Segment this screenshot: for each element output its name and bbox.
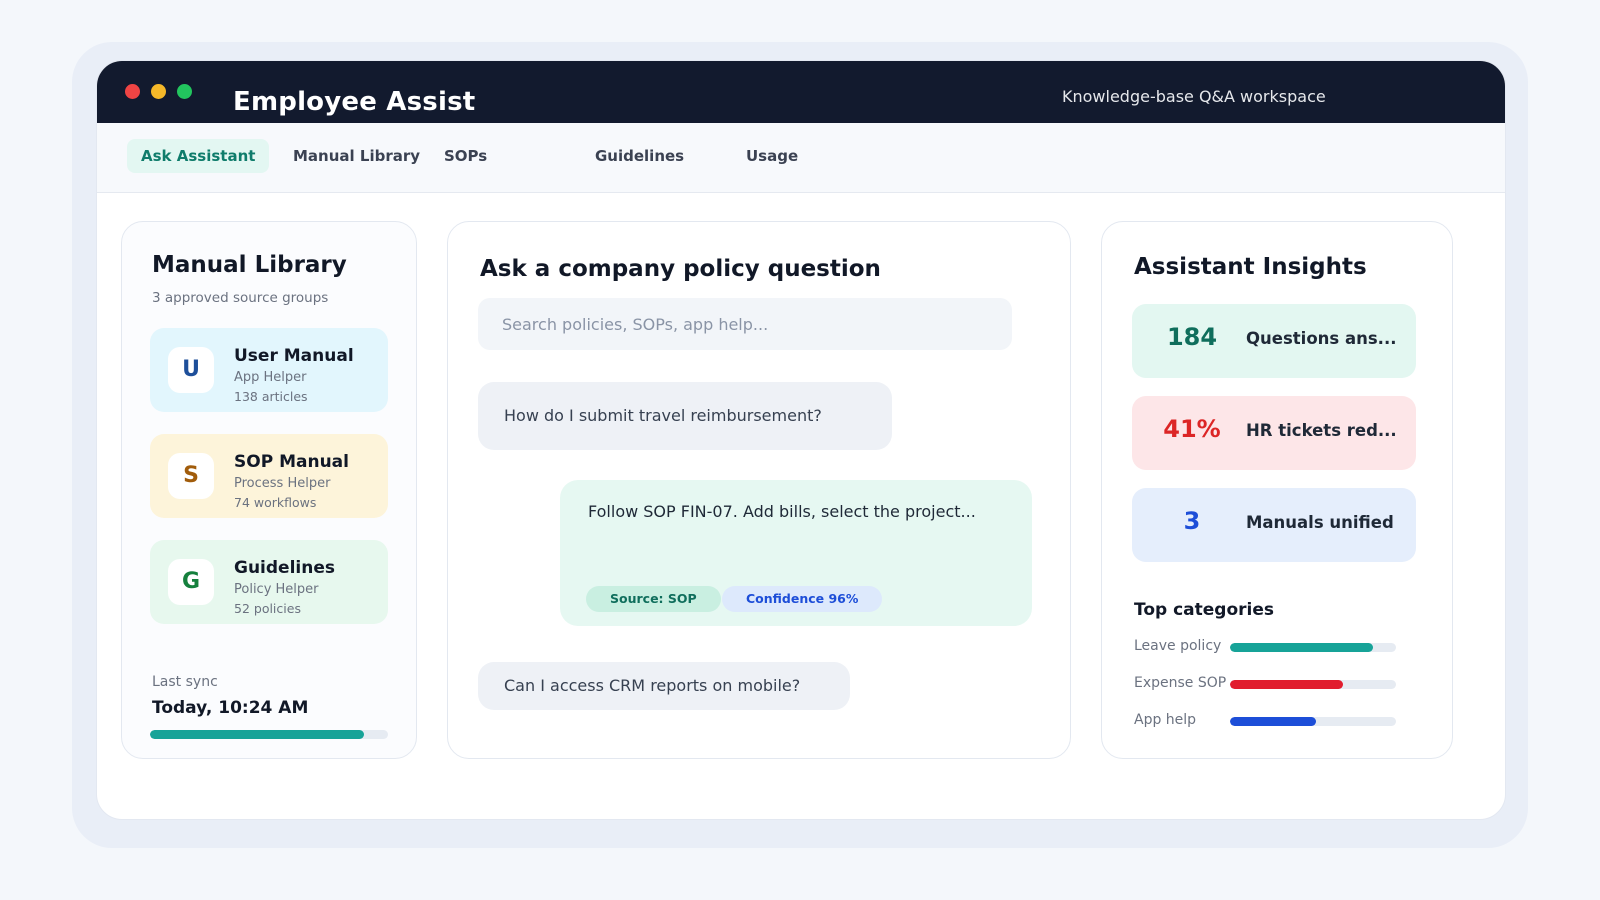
ask-panel: Ask a company policy question How do I s… xyxy=(447,221,1071,759)
category-label: Expense SOP xyxy=(1134,675,1227,691)
user-manual-badge: U xyxy=(168,347,214,393)
app-window: Employee Assist Knowledge-base Q&A works… xyxy=(96,60,1506,820)
sync-progress-fill xyxy=(150,730,365,739)
library-card-count: 138 articles xyxy=(234,389,308,404)
library-card-user-manual[interactable]: U User Manual App Helper 138 articles xyxy=(150,328,388,412)
category-row-leave-policy: Leave policy xyxy=(1134,638,1402,658)
close-window-button[interactable] xyxy=(125,84,140,99)
top-categories-title: Top categories xyxy=(1134,600,1275,620)
library-card-sop-manual[interactable]: S SOP Manual Process Helper 74 workflows xyxy=(150,434,388,518)
insights-panel: Assistant Insights 184 Questions ans... … xyxy=(1101,221,1453,759)
app-title: Employee Assist xyxy=(233,87,476,117)
category-bar-fill xyxy=(1230,643,1373,652)
library-card-guidelines[interactable]: G Guidelines Policy Helper 52 policies xyxy=(150,540,388,624)
stat-label: Manuals unified xyxy=(1246,513,1394,532)
stat-value: 41% xyxy=(1163,415,1221,443)
library-card-name: Guidelines xyxy=(234,558,335,578)
library-subtitle: 3 approved source groups xyxy=(152,290,329,306)
question-bubble: How do I submit travel reimbursement? xyxy=(478,382,892,450)
minimize-window-button[interactable] xyxy=(151,84,166,99)
title-bar: Employee Assist Knowledge-base Q&A works… xyxy=(97,61,1505,123)
library-card-count: 52 policies xyxy=(234,601,301,616)
maximize-window-button[interactable] xyxy=(177,84,192,99)
guidelines-badge: G xyxy=(168,559,214,605)
stat-value: 184 xyxy=(1166,323,1218,351)
last-sync-label: Last sync xyxy=(152,674,218,690)
stat-label: HR tickets red... xyxy=(1246,421,1397,440)
insights-title: Assistant Insights xyxy=(1134,254,1367,280)
category-label: Leave policy xyxy=(1134,638,1222,654)
app-subtitle: Knowledge-base Q&A workspace xyxy=(1062,87,1326,106)
category-bar-fill xyxy=(1230,680,1343,689)
sync-progress-bar xyxy=(150,730,388,739)
category-bar xyxy=(1230,717,1396,726)
stat-label: Questions ans... xyxy=(1246,329,1397,348)
category-row-expense-sop: Expense SOP xyxy=(1134,675,1402,695)
library-card-type: Process Helper xyxy=(234,476,331,491)
category-bar-fill xyxy=(1230,717,1317,726)
library-card-type: App Helper xyxy=(234,370,307,385)
stat-value: 3 xyxy=(1183,507,1201,535)
sop-manual-badge: S xyxy=(168,453,214,499)
confidence-chip: Confidence 96% xyxy=(722,586,883,612)
tab-guidelines[interactable]: Guidelines xyxy=(581,139,698,173)
manual-library-panel: Manual Library 3 approved source groups … xyxy=(121,221,417,759)
answer-text: Follow SOP FIN-07. Add bills, select the… xyxy=(588,502,976,521)
tab-usage[interactable]: Usage xyxy=(732,139,812,173)
library-title: Manual Library xyxy=(152,252,347,278)
stat-card-hr-tickets: 41% HR tickets red... xyxy=(1132,396,1416,470)
library-card-name: User Manual xyxy=(234,346,354,366)
tab-sops[interactable]: SOPs xyxy=(430,139,501,173)
category-bar xyxy=(1230,643,1396,652)
library-card-count: 74 workflows xyxy=(234,495,317,510)
library-card-type: Policy Helper xyxy=(234,582,319,597)
stat-card-manuals: 3 Manuals unified xyxy=(1132,488,1416,562)
source-chip[interactable]: Source: SOP xyxy=(586,586,721,612)
category-row-app-help: App help xyxy=(1134,712,1402,732)
question-bubble: Can I access CRM reports on mobile? xyxy=(478,662,850,710)
tab-manual-library[interactable]: Manual Library xyxy=(279,139,434,173)
last-sync-value: Today, 10:24 AM xyxy=(152,698,309,718)
category-label: App help xyxy=(1134,712,1197,728)
answer-bubble: Follow SOP FIN-07. Add bills, select the… xyxy=(560,480,1032,626)
stat-card-questions: 184 Questions ans... xyxy=(1132,304,1416,378)
search-input[interactable] xyxy=(478,298,1012,350)
tab-ask-assistant[interactable]: Ask Assistant xyxy=(127,139,270,173)
category-bar xyxy=(1230,680,1396,689)
tab-bar: Ask Assistant Manual Library SOPs Guidel… xyxy=(97,123,1505,193)
library-card-name: SOP Manual xyxy=(234,452,349,472)
ask-title: Ask a company policy question xyxy=(480,256,881,282)
